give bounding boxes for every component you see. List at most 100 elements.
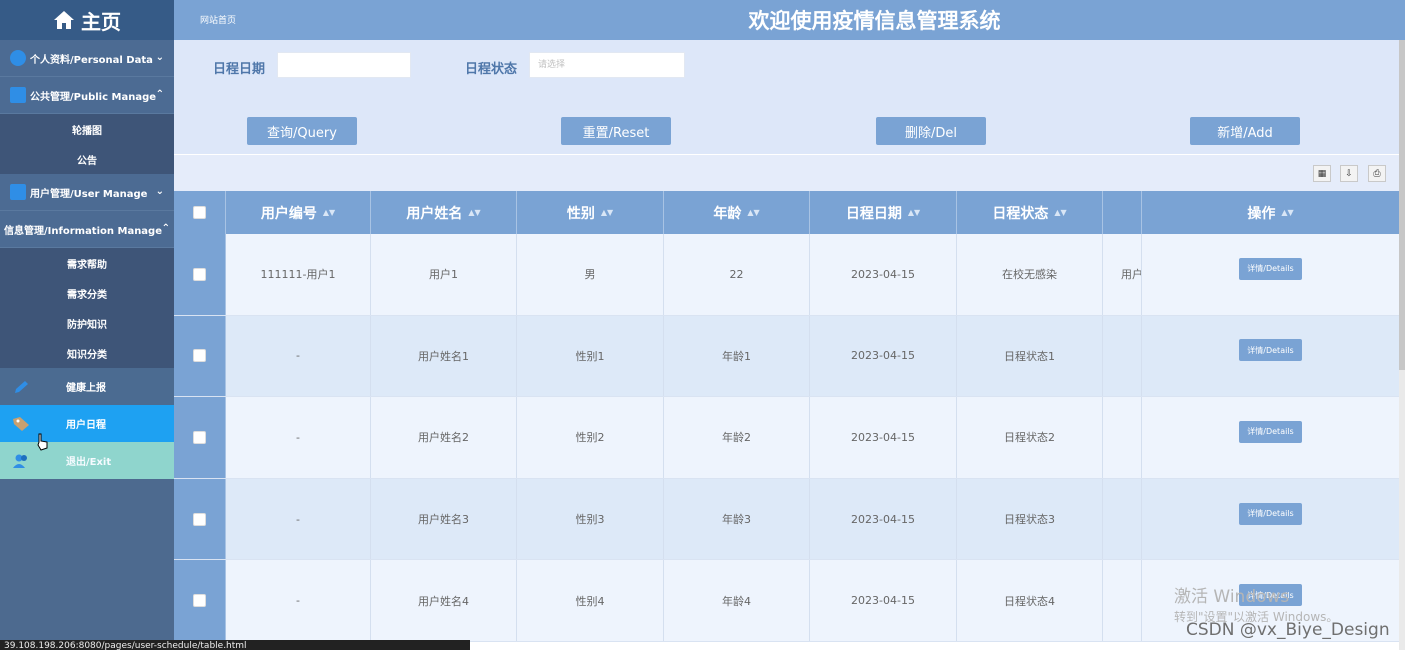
cell-user-name: 用户姓名2 — [371, 397, 517, 478]
menu-public-manage[interactable]: 公共管理/Public Manage ⌃ — [0, 77, 174, 114]
details-button[interactable]: 详情/Details — [1239, 502, 1302, 525]
cell-user-id: 111111-用户1 — [226, 234, 371, 315]
add-button[interactable]: 新增/Add — [1190, 117, 1300, 145]
status-select[interactable]: 请选择 — [529, 52, 685, 78]
checkbox[interactable] — [193, 594, 206, 608]
cell-schedule-status: 在校无感染 — [957, 234, 1103, 315]
cell-gender: 性别1 — [517, 315, 664, 397]
chevron-up-icon: ⌃ — [155, 89, 164, 100]
cell-age: 年龄4 — [664, 560, 810, 641]
details-button[interactable]: 详情/Details — [1239, 420, 1302, 443]
sidebar: 主页 个人资料/Personal Data ⌄ 公共管理/Public Mana… — [0, 0, 174, 650]
query-button[interactable]: 查询/Query — [247, 117, 357, 145]
column-header[interactable]: 年龄 ▲▼ — [664, 191, 810, 234]
sort-icon[interactable]: ▲▼ — [323, 208, 335, 217]
sort-icon[interactable]: ▲▼ — [601, 208, 613, 217]
cell-user-id: - — [226, 560, 371, 641]
menu-label: 个人资料/Personal Data — [30, 54, 153, 66]
cell-age: 年龄1 — [664, 315, 810, 397]
cell-extra — [1103, 560, 1142, 641]
checkbox[interactable] — [193, 349, 206, 363]
date-input[interactable] — [277, 52, 411, 78]
column-header[interactable]: 日程日期 ▲▼ — [810, 191, 957, 234]
checkbox[interactable] — [193, 512, 206, 526]
details-button[interactable]: 详情/Details — [1239, 257, 1302, 280]
data-table: 用户编号 ▲▼ 用户姓名 ▲▼ 性别 ▲▼ 年龄 ▲▼ 日程日期 ▲▼ 日程状态 ▲▼ 操作… — [174, 191, 1399, 642]
column-header[interactable] — [1103, 191, 1142, 234]
row-checkbox[interactable] — [174, 234, 226, 315]
reset-button[interactable]: 重置/Reset — [561, 117, 671, 145]
sort-icon[interactable]: ▲▼ — [1281, 208, 1293, 217]
menu-personal-data[interactable]: 个人资料/Personal Data ⌄ — [0, 40, 174, 77]
column-header[interactable]: 日程状态 ▲▼ — [957, 191, 1103, 234]
row-checkbox[interactable] — [174, 478, 226, 560]
search-panel: 日程日期 日程状态 请选择 查询/Query 重置/Reset 删除/Del 新… — [174, 40, 1399, 154]
checkbox[interactable] — [193, 206, 206, 219]
column-header[interactable]: 性别 ▲▼ — [517, 191, 664, 234]
menu-information-manage[interactable]: 信息管理/Information Manage ⌃ — [0, 211, 174, 248]
column-title: 日程日期 — [845, 205, 902, 222]
menu-label: 用户日程 — [66, 420, 106, 431]
column-header[interactable]: 用户姓名 ▲▼ — [371, 191, 517, 234]
sort-icon[interactable]: ▲▼ — [1054, 208, 1066, 217]
cell-schedule-status: 日程状态2 — [957, 397, 1103, 478]
submenu-item-notice[interactable]: 公告 — [0, 144, 174, 174]
table-toolbar: ▦ ⇩ ⎙ — [174, 155, 1399, 191]
submenu-item-demand-category[interactable]: 需求分类 — [0, 278, 174, 308]
brand[interactable]: 主页 — [0, 0, 174, 40]
column-title: 用户姓名 — [406, 205, 463, 222]
sort-icon[interactable]: ▲▼ — [908, 208, 920, 217]
submenu-item-protection-knowledge[interactable]: 防护知识 — [0, 308, 174, 338]
checkbox[interactable] — [193, 267, 206, 281]
menu-user-manage[interactable]: 用户管理/User Manage ⌄ — [0, 174, 174, 211]
users-icon — [13, 454, 27, 468]
cell-age: 年龄3 — [664, 478, 810, 560]
submenu-item-demand-help[interactable]: 需求帮助 — [0, 248, 174, 278]
column-title: 用户编号 — [260, 205, 317, 222]
status-label: 日程状态 — [465, 62, 518, 77]
sort-icon[interactable]: ▲▼ — [468, 208, 480, 217]
column-title: 日程状态 — [992, 205, 1049, 222]
vertical-scrollbar[interactable] — [1399, 40, 1405, 650]
chevron-down-icon: ⌄ — [155, 52, 164, 63]
select-all-checkbox[interactable] — [174, 191, 226, 234]
details-button[interactable]: 详情/Details — [1239, 339, 1302, 362]
table-row: - 用户姓名1 性别1 年龄1 2023-04-15 日程状态1 详情/Deta… — [174, 315, 1399, 398]
cell-gender: 性别4 — [517, 560, 664, 641]
submenu-item-carousel[interactable]: 轮播图 — [0, 114, 174, 144]
scrollbar-thumb[interactable] — [1399, 40, 1405, 370]
submenu-information-manage: 需求帮助 需求分类 防护知识 知识分类 — [0, 248, 174, 368]
cell-actions: 详情/Details — [1142, 234, 1399, 315]
user-circle-icon — [10, 50, 26, 66]
menu-user-schedule[interactable]: 用户日程 — [0, 405, 174, 442]
cell-actions: 详情/Details — [1142, 397, 1399, 478]
menu-health-report[interactable]: 健康上报 — [0, 368, 174, 405]
menu-exit[interactable]: 退出/Exit — [0, 442, 174, 479]
windows-activation-watermark: 激活 Windows — [1174, 587, 1290, 607]
columns-icon[interactable]: ▦ — [1313, 165, 1331, 182]
cell-schedule-date: 2023-04-15 — [810, 478, 957, 560]
export-icon[interactable]: ⇩ — [1340, 165, 1358, 182]
column-header[interactable]: 用户编号 ▲▼ — [226, 191, 371, 234]
home-icon — [54, 11, 74, 29]
cell-schedule-date: 2023-04-15 — [810, 560, 957, 641]
cell-gender: 性别3 — [517, 478, 664, 560]
column-header-actions[interactable]: 操作 ▲▼ — [1142, 191, 1399, 234]
cell-gender: 男 — [517, 234, 664, 315]
row-checkbox[interactable] — [174, 560, 226, 641]
row-checkbox[interactable] — [174, 315, 226, 397]
print-icon[interactable]: ⎙ — [1368, 165, 1386, 182]
submenu-item-knowledge-category[interactable]: 知识分类 — [0, 338, 174, 368]
cell-schedule-date: 2023-04-15 — [810, 397, 957, 478]
table-header: 用户编号 ▲▼ 用户姓名 ▲▼ 性别 ▲▼ 年龄 ▲▼ 日程日期 ▲▼ 日程状态 ▲▼ 操作… — [174, 191, 1399, 234]
monitor-icon — [10, 87, 26, 103]
row-checkbox[interactable] — [174, 397, 226, 478]
menu-label: 健康上报 — [66, 383, 106, 394]
delete-button[interactable]: 删除/Del — [876, 117, 986, 145]
cell-schedule-date: 2023-04-15 — [810, 234, 957, 315]
checkbox[interactable] — [193, 430, 206, 444]
chevron-up-icon: ⌃ — [161, 223, 170, 234]
cell-gender: 性别2 — [517, 397, 664, 478]
sort-icon[interactable]: ▲▼ — [747, 208, 759, 217]
table-row: - 用户姓名2 性别2 年龄2 2023-04-15 日程状态2 详情/Deta… — [174, 397, 1399, 479]
